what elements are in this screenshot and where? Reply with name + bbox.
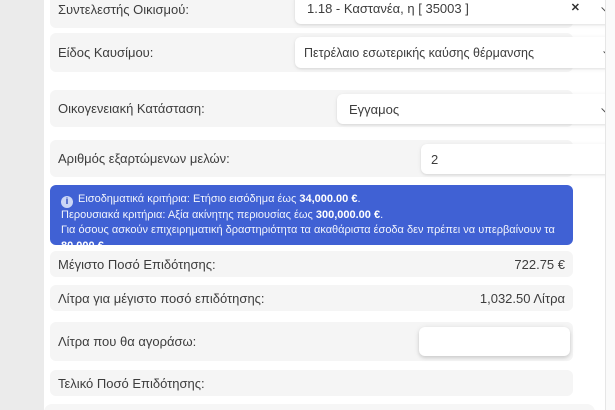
liters-to-buy-input[interactable]	[419, 327, 570, 356]
row-max-subsidy: Μέγιστο Ποσό Επιδότησης: 722.75 €	[50, 251, 573, 277]
settlement-coefficient-value: 1.18 - Καστανέα, η [ 35003 ]	[307, 1, 571, 16]
scrollbar-track[interactable]	[605, 0, 615, 410]
dependent-members-input[interactable]	[421, 144, 615, 174]
property-criteria-line: Περουσιακά κριτήρια: Αξία ακίνητης περιο…	[61, 208, 562, 224]
heating-subsidy-form-page: Συντελεστής Οικισμού: 1.18 - Καστανέα, η…	[0, 0, 615, 410]
fuel-type-select[interactable]: Πετρέλαιο εσωτερικής καύσης θέρμανσης	[295, 37, 615, 68]
info-icon: i	[61, 196, 73, 208]
row-max-subsidy-liters: Λίτρα για μέγιστο ποσό επιδότησης: 1,032…	[50, 285, 573, 311]
row-final-subsidy: Τελικό Ποσό Επιδότησης:	[50, 370, 573, 396]
max-subsidy-liters-value: 1,032.50 Λίτρα	[480, 291, 565, 306]
settlement-coefficient-label: Συντελεστής Οικισμού:	[58, 2, 189, 17]
settlement-coefficient-select[interactable]: 1.18 - Καστανέα, η [ 35003 ] ✕	[295, 0, 615, 24]
next-section-edge	[44, 404, 595, 410]
marital-status-value: Εγγαμος	[349, 102, 399, 117]
row-settlement-coefficient: Συντελεστής Οικισμού: 1.18 - Καστανέα, η…	[50, 0, 573, 28]
row-fuel-type: Είδος Καυσίμου: Πετρέλαιο εσωτερικής καύ…	[50, 33, 573, 72]
marital-status-select[interactable]: Εγγαμος	[337, 94, 615, 124]
business-criteria-line: Για όσους ασκούν επιχειρηματική δραστηρι…	[61, 223, 562, 254]
clear-icon[interactable]: ✕	[571, 3, 580, 14]
row-marital-status: Οικογενειακή Κατάσταση: Εγγαμος	[50, 90, 573, 127]
marital-status-label: Οικογενειακή Κατάσταση:	[58, 101, 205, 116]
final-subsidy-label: Τελικό Ποσό Επιδότησης:	[58, 376, 205, 391]
dependent-members-label: Αριθμός εξαρτώμενων μελών:	[58, 151, 230, 166]
max-subsidy-label: Μέγιστο Ποσό Επιδότησης:	[58, 257, 216, 272]
row-dependent-members: Αριθμός εξαρτώμενων μελών:	[50, 140, 573, 177]
criteria-info-box: iΕισοδηματικά κριτήρια: Ετήσιο εισόδημα …	[50, 185, 573, 245]
liters-to-buy-label: Λίτρα που θα αγοράσω:	[58, 334, 196, 349]
max-subsidy-liters-label: Λίτρα για μέγιστο ποσό επιδότησης:	[58, 291, 265, 306]
fuel-type-label: Είδος Καυσίμου:	[58, 45, 153, 60]
fuel-type-value: Πετρέλαιο εσωτερικής καύσης θέρμανσης	[304, 46, 534, 60]
max-subsidy-value: 722.75 €	[514, 257, 565, 272]
row-liters-to-buy: Λίτρα που θα αγοράσω:	[50, 322, 573, 361]
income-criteria-line: iΕισοδηματικά κριτήρια: Ετήσιο εισόδημα …	[61, 192, 562, 208]
